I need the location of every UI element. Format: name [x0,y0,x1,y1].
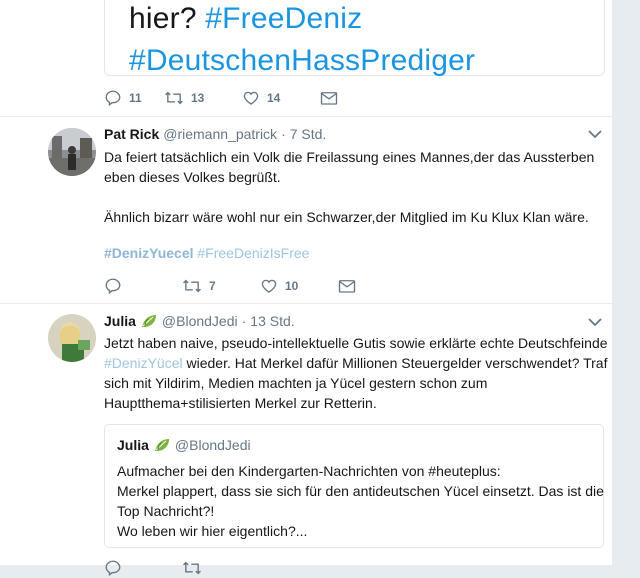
retweet-count: 7 [209,279,216,293]
tweet-line: sich mit Yildirim, Medien machten ja Yüc… [104,375,488,391]
tweet-actions: 11 13 14 [104,88,338,108]
retweet-icon [183,279,201,293]
dm-icon [338,280,356,293]
tweet-actions: 7 10 [104,276,356,296]
tweet-actions [104,558,202,578]
hashtag-link[interactable]: #DeutschenHassPrediger [129,43,475,79]
quote-author-name: Julia [117,437,149,453]
hashtag-link[interactable]: #FreeDenizIsFree [197,245,309,261]
hashtag-link[interactable]: #DenizYücel [104,355,183,371]
author-handle[interactable]: @BlondJedi [162,313,238,329]
quote-line: Aufmacher bei den Kindergarten-Nachricht… [117,463,501,479]
like-icon [243,91,259,105]
tweet-header: Pat Rick @riemann_patrick · 7 Std. [104,126,326,142]
author-name[interactable]: Pat Rick [104,126,159,142]
retweet-count: 13 [191,91,205,105]
author-handle[interactable]: @riemann_patrick [163,126,277,142]
leaf-emoji-icon [154,439,169,451]
chevron-down-icon[interactable] [588,129,602,139]
tweet-divider [0,303,612,304]
tweet-line: Da feiert tatsächlich ein Volk die Freil… [104,149,595,165]
reply-button[interactable] [104,277,182,295]
retweet-icon [165,91,183,105]
leaf-emoji-icon [141,315,156,327]
avatar[interactable] [48,128,96,176]
like-count: 14 [267,91,281,105]
tweet-text: Jetzt haben naive, pseudo-intellektuelle… [104,333,608,413]
tweet-line: #DenizYücel wieder. Hat Merkel dafür Mil… [104,355,608,371]
like-icon [261,279,277,293]
reply-icon [105,90,121,107]
tweet-hashtags: #DenizYuecel #FreeDenizIsFree [104,245,309,261]
quote-author-handle: @BlondJedi [174,437,251,453]
reply-icon [105,278,121,295]
separator: · [241,313,247,329]
embedded-card[interactable]: hier? #FreeDeniz #DeutschenHassPrediger [104,0,605,79]
tweet-line: eben dieses Volkes begrüßt. [104,169,281,185]
dm-icon [320,92,338,105]
dm-button[interactable] [338,278,356,294]
retweet-button[interactable]: 13 [164,89,242,107]
tweet-text: Da feiert tatsächlich ein Volk die Freil… [104,147,595,227]
hashtag-link[interactable]: #DenizYuecel [104,245,194,261]
tweet-line: Ähnlich bizarr wäre wohl nur ein Schwarz… [104,209,589,225]
quote-header: Julia @BlondJedi [117,437,251,453]
reply-icon[interactable] [104,559,122,577]
timeline: hier? #FreeDeniz #DeutschenHassPrediger … [0,0,613,577]
timestamp[interactable]: 7 Std. [290,126,327,142]
tweet-line [104,187,584,207]
dm-button[interactable] [320,90,338,106]
tweet-header: Julia @BlondJedi · 13 Std. [104,313,295,329]
quote-line: Top Nachricht?! [117,503,215,519]
quote-text: Aufmacher bei den Kindergarten-Nachricht… [117,461,604,541]
tweet-divider [0,116,612,117]
like-count: 10 [285,279,299,293]
quote-line: Wo leben wir hier eigentlich?... [117,523,308,539]
tweet-line: Hauptthema+stilisierten Merkel zur Rette… [104,395,377,411]
card-line-1: hier? #FreeDeniz [129,2,363,35]
reply-button[interactable]: 11 [104,89,164,107]
chevron-down-icon[interactable] [588,317,602,327]
author-name[interactable]: Julia [104,313,136,329]
like-button[interactable]: 14 [242,89,320,107]
separator: · [281,126,286,142]
quoted-tweet[interactable]: Julia @BlondJedi Aufmacher bei den Kinde… [104,424,604,548]
tweet-line: Jetzt haben naive, pseudo-intellektuelle… [104,335,608,351]
reply-count: 11 [129,91,142,105]
quote-line: Merkel plappert, dass sie sich für den a… [117,483,604,499]
avatar[interactable] [48,314,96,362]
hashtag-link[interactable]: #FreeDeniz [205,2,362,35]
like-button[interactable]: 10 [260,277,338,295]
timestamp[interactable]: 13 Std. [250,313,294,329]
retweet-button[interactable]: 7 [182,277,260,295]
retweet-icon[interactable] [182,559,202,577]
